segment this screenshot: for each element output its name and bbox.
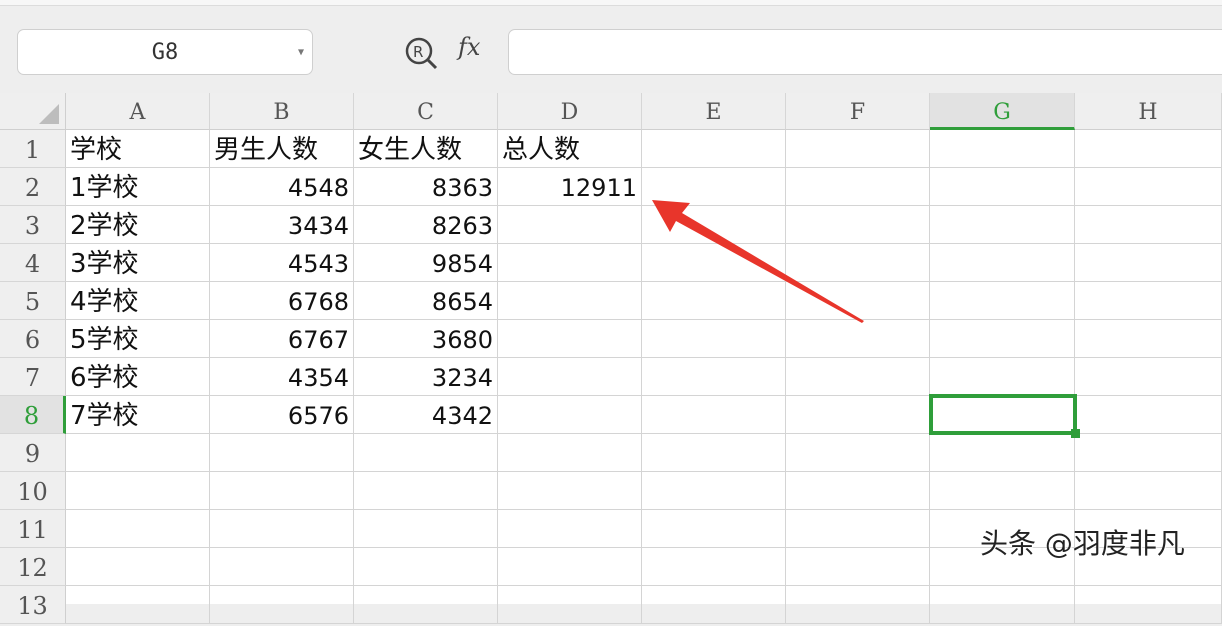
red-arrow-annotation [0,0,1222,604]
arrow-shape [652,200,864,323]
